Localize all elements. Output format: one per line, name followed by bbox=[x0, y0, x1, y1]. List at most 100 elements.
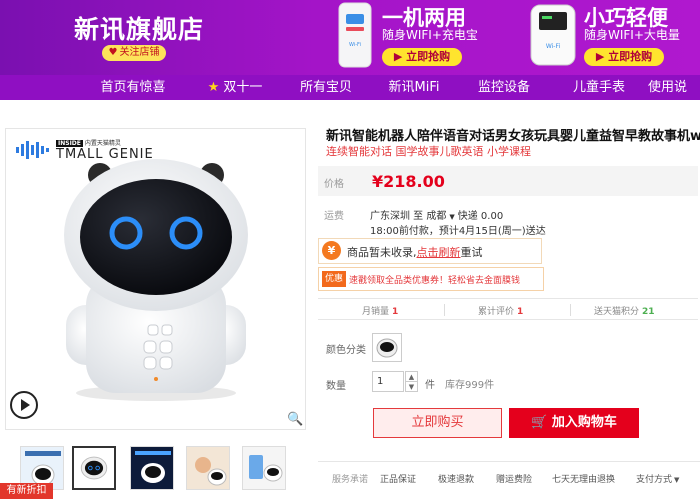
promo-subtitle: 随身WIFI+充电宝 bbox=[382, 28, 478, 42]
promo-buy-button[interactable]: ▶ 立即抢购 bbox=[584, 48, 664, 66]
coupon-banner[interactable]: 优惠 速戳领取全品类优惠券！轻松省去金面膜钱 bbox=[318, 267, 544, 291]
store-header: 新讯旗舰店 ♥ 关注店铺 Wi-Fi 一机两用 随身WIFI+充电宝 ▶ 立即抢购… bbox=[0, 0, 700, 100]
sound-bars-icon bbox=[16, 141, 49, 159]
thumbnail-2[interactable] bbox=[72, 446, 116, 490]
heart-icon: ♥ bbox=[108, 47, 118, 58]
chevron-down-icon: ▼ bbox=[449, 213, 455, 221]
pocket-wifi-device-image: Wi-Fi bbox=[530, 4, 576, 66]
stat-points: 送天猫积分 21 bbox=[594, 304, 655, 317]
play-circle-icon: ▶ bbox=[393, 50, 403, 63]
coupon-text: 速戳领取全品类优惠券！轻松省去金面膜钱 bbox=[349, 276, 521, 286]
decrease-icon[interactable]: ▼ bbox=[406, 382, 417, 392]
promo-buy-label: 立即抢购 bbox=[608, 50, 653, 63]
stat-value: 1 bbox=[517, 307, 524, 317]
main-product-image[interactable]: INSIDE 内置天猫精灵 TMALL GENIE 🔍 bbox=[5, 128, 306, 430]
stat-value: 21 bbox=[642, 307, 655, 317]
nav-item-home[interactable]: 首页有惊喜 bbox=[78, 75, 188, 100]
stat-label: 累计评价 bbox=[478, 307, 515, 317]
robot-product-image bbox=[64, 159, 248, 401]
play-circle-icon: ▶ bbox=[595, 50, 605, 63]
thumbnail-image bbox=[243, 447, 285, 489]
powerbank-wifi-device-image: Wi-Fi bbox=[338, 2, 372, 68]
promo-buy-button[interactable]: ▶ 立即抢购 bbox=[382, 48, 462, 66]
quantity-input[interactable]: 1 bbox=[372, 371, 404, 392]
coupon-tag: 优惠 bbox=[322, 271, 347, 287]
payment-methods[interactable]: 支付方式 ▼ bbox=[636, 472, 679, 485]
product-title: 新讯智能机器人陪伴语音对话男女孩玩具婴儿童益智早教故事机wifi bbox=[326, 129, 700, 144]
delivery-estimate: 18:00前付款，预计4月15日(周一)送达 bbox=[370, 226, 546, 237]
inside-badge: INSIDE bbox=[56, 140, 83, 147]
shipping-label: 运费 bbox=[324, 211, 344, 222]
thumbnail-5[interactable] bbox=[242, 446, 286, 490]
refresh-link[interactable]: 点击刷新 bbox=[417, 246, 461, 259]
color-option-image bbox=[376, 338, 398, 358]
follow-store-button[interactable]: ♥ 关注店铺 bbox=[102, 45, 166, 61]
nav-item-mifi[interactable]: 新讯MiFi bbox=[372, 75, 456, 100]
notice-text: 商品暂未收录, bbox=[347, 246, 417, 259]
notice-icon: ¥ bbox=[322, 241, 341, 260]
svg-text:Wi-Fi: Wi-Fi bbox=[546, 43, 561, 50]
quantity-unit: 件 bbox=[425, 380, 435, 391]
thumbnail-image bbox=[131, 447, 173, 489]
stat-reviews[interactable]: 累计评价 1 bbox=[478, 304, 523, 317]
promise-item[interactable]: 七天无理由退换 bbox=[552, 472, 615, 485]
thumbnail-image bbox=[187, 447, 229, 489]
price-label: 价格 bbox=[324, 179, 344, 190]
add-to-cart-button[interactable]: 🛒 加入购物车 bbox=[509, 408, 639, 438]
quantity-stepper[interactable]: ▲ ▼ bbox=[405, 371, 418, 392]
payment-label: 支付方式 bbox=[636, 475, 673, 485]
promo-subtitle: 随身WIFI+大电量 bbox=[584, 28, 680, 42]
video-play-button[interactable] bbox=[10, 391, 38, 419]
nav-item-label: 双十一 bbox=[223, 80, 263, 95]
promo-buy-label: 立即抢购 bbox=[406, 50, 451, 63]
play-icon bbox=[21, 399, 30, 411]
nav-item-monitoring[interactable]: 监控设备 bbox=[458, 75, 550, 100]
thumbnail-4[interactable] bbox=[186, 446, 230, 490]
stat-value: 1 bbox=[392, 307, 399, 317]
product-price: ¥218.00 bbox=[372, 172, 445, 191]
star-icon: ★ bbox=[207, 80, 220, 95]
svg-text:Wi-Fi: Wi-Fi bbox=[349, 42, 361, 48]
promo-banner-powerbank[interactable]: Wi-Fi 一机两用 随身WIFI+充电宝 ▶ 立即抢购 bbox=[338, 0, 518, 72]
stat-label: 月销量 bbox=[362, 307, 390, 317]
promise-item[interactable]: 正品保证 bbox=[380, 472, 416, 485]
increase-icon[interactable]: ▲ bbox=[406, 372, 417, 382]
divider bbox=[570, 304, 571, 316]
new-discount-tag[interactable]: 有新折扣 bbox=[0, 483, 53, 499]
collection-notice: ¥ 商品暂未收录,点击刷新重试 bbox=[318, 238, 542, 264]
cart-icon: 🛒 bbox=[531, 415, 548, 430]
divider bbox=[444, 304, 445, 316]
shipping-type: 快递 0.00 bbox=[457, 211, 504, 222]
stat-monthly-sales: 月销量 1 bbox=[362, 304, 398, 317]
color-label: 颜色分类 bbox=[326, 345, 366, 356]
follow-store-label: 关注店铺 bbox=[119, 47, 160, 58]
buy-now-button[interactable]: 立即购买 bbox=[373, 408, 502, 438]
sales-stats: 月销量 1 累计评价 1 送天猫积分 21 bbox=[318, 298, 698, 320]
color-option[interactable] bbox=[372, 333, 402, 362]
service-promise-bar: 服务承诺 正品保证 极速退款 赠运费险 七天无理由退换 支付方式 ▼ bbox=[318, 461, 700, 499]
nav-item-instructions[interactable]: 使用说 bbox=[648, 75, 700, 100]
shipping-route-text: 广东深圳 至 成都 bbox=[370, 211, 447, 222]
stat-label: 送天猫积分 bbox=[594, 307, 640, 317]
promise-item[interactable]: 赠运费险 bbox=[496, 472, 532, 485]
product-subtitle: 连续智能对话 国学故事儿歌英语 小学课程 bbox=[326, 145, 531, 158]
chevron-down-icon: ▼ bbox=[674, 476, 680, 484]
zoom-icon[interactable]: 🔍 bbox=[287, 412, 303, 427]
store-name: 新讯旗舰店 bbox=[74, 15, 205, 44]
price-box: 价格 ¥218.00 bbox=[318, 166, 698, 196]
notice-tail: 重试 bbox=[460, 246, 483, 259]
shipping-route[interactable]: 广东深圳 至 成都 ▼ 快递 0.00 bbox=[370, 207, 503, 222]
promo-banner-battery[interactable]: Wi-Fi 小巧轻便 随身WIFI+大电量 ▶ 立即抢购 bbox=[530, 0, 700, 72]
nav-item-all-products[interactable]: 所有宝贝 bbox=[282, 75, 370, 100]
quantity-label: 数量 bbox=[326, 381, 346, 392]
nav-item-kids-watch[interactable]: 儿童手表 bbox=[552, 75, 646, 100]
thumbnail-3[interactable] bbox=[130, 446, 174, 490]
inside-text: 内置天猫精灵 bbox=[84, 140, 121, 147]
nav-item-double-eleven[interactable]: ★ 双十一 bbox=[190, 75, 280, 100]
thumbnail-image bbox=[74, 448, 114, 488]
stock-count: 库存999件 bbox=[445, 380, 495, 391]
promise-item[interactable]: 极速退款 bbox=[438, 472, 474, 485]
promise-label: 服务承诺 bbox=[332, 475, 369, 485]
store-nav: 首页有惊喜 ★ 双十一 所有宝贝 新讯MiFi 监控设备 儿童手表 使用说 bbox=[0, 75, 700, 100]
add-to-cart-label: 加入购物车 bbox=[551, 415, 617, 430]
